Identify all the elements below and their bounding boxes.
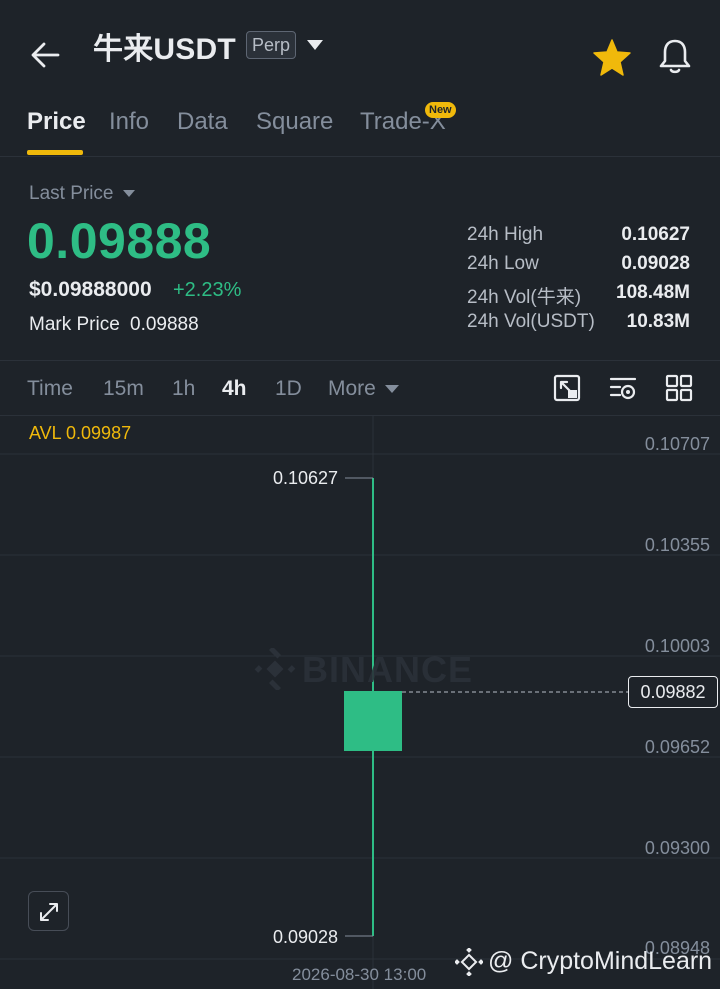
last-price-label[interactable]: Last Price: [29, 183, 113, 205]
more-chevron-down-icon[interactable]: [385, 384, 399, 394]
pair-title[interactable]: 牛来USDT: [93, 24, 236, 68]
tab-data[interactable]: Data: [177, 108, 228, 136]
stat-24h-vol-usdt-label: 24h Vol(USDT): [467, 311, 595, 332]
tab-info[interactable]: Info: [109, 108, 149, 136]
binance-watermark: BINANCE: [302, 649, 474, 690]
x-axis-time-label: 2026-08-30 13:00: [292, 965, 427, 984]
current-price-tag: 0.09882: [628, 676, 718, 708]
interval-1h[interactable]: 1h: [172, 377, 195, 401]
change-percent: +2.23%: [173, 279, 242, 301]
stat-24h-high-label: 24h High: [467, 224, 544, 245]
stat-24h-high-value: 0.10627: [621, 224, 690, 245]
mark-price-label: Mark Price: [29, 314, 120, 335]
candle-body[interactable]: [344, 691, 402, 751]
last-price-value: 0.09888: [27, 213, 212, 269]
stat-24h-vol-base-label: 24h Vol(牛来): [467, 287, 582, 308]
chart-fullscreen-icon[interactable]: [552, 373, 582, 403]
y-axis-tick: 0.10707: [644, 434, 710, 454]
favorite-star-icon[interactable]: [592, 38, 632, 76]
low-price-label: 0.09028: [273, 927, 339, 947]
y-axis-tick: 0.10355: [644, 535, 710, 555]
y-axis-tick: 0.09300: [644, 838, 710, 858]
perp-badge: Perp: [246, 31, 297, 59]
stat-24h-low-value: 0.09028: [621, 253, 690, 274]
credit-watermark: @ CryptoMindLearn: [488, 947, 713, 975]
tab-square[interactable]: Square: [256, 108, 333, 136]
stat-24h-vol-base-value: 108.48M: [616, 282, 690, 303]
diamond-logo-icon: [455, 948, 483, 976]
chart-settings-icon[interactable]: [608, 373, 638, 403]
tab-price[interactable]: Price: [27, 108, 86, 136]
interval-4h[interactable]: 4h: [222, 377, 247, 401]
interval-more[interactable]: More: [328, 377, 376, 401]
interval-time[interactable]: Time: [27, 377, 73, 401]
usd-price: $0.09888000: [29, 278, 152, 301]
y-axis-tick: 0.09652: [644, 737, 710, 757]
y-axis-tick: 0.10003: [644, 636, 710, 656]
bell-icon[interactable]: [656, 37, 694, 75]
price-divider: [0, 360, 720, 361]
high-price-label: 0.10627: [273, 468, 339, 488]
expand-arrows-icon: [40, 903, 58, 921]
pair-dropdown-icon[interactable]: [306, 38, 324, 52]
grid-layout-icon[interactable]: [664, 373, 694, 403]
tab-active-indicator: [27, 150, 83, 155]
stat-24h-low-label: 24h Low: [467, 253, 539, 274]
mark-price-value: 0.09888: [130, 314, 199, 335]
interval-1d[interactable]: 1D: [275, 377, 302, 401]
back-arrow-icon[interactable]: [28, 38, 62, 72]
new-badge: New: [425, 102, 456, 118]
stat-24h-vol-usdt-value: 10.83M: [626, 311, 690, 332]
expand-chart-button[interactable]: [28, 891, 69, 931]
interval-15m[interactable]: 15m: [103, 377, 144, 401]
candlestick-chart[interactable]: [0, 416, 720, 989]
tabs-divider: [0, 156, 720, 157]
avl-label: AVL 0.09987: [29, 423, 132, 443]
binance-logo-icon: [254, 648, 296, 690]
chevron-down-icon[interactable]: [123, 189, 135, 198]
